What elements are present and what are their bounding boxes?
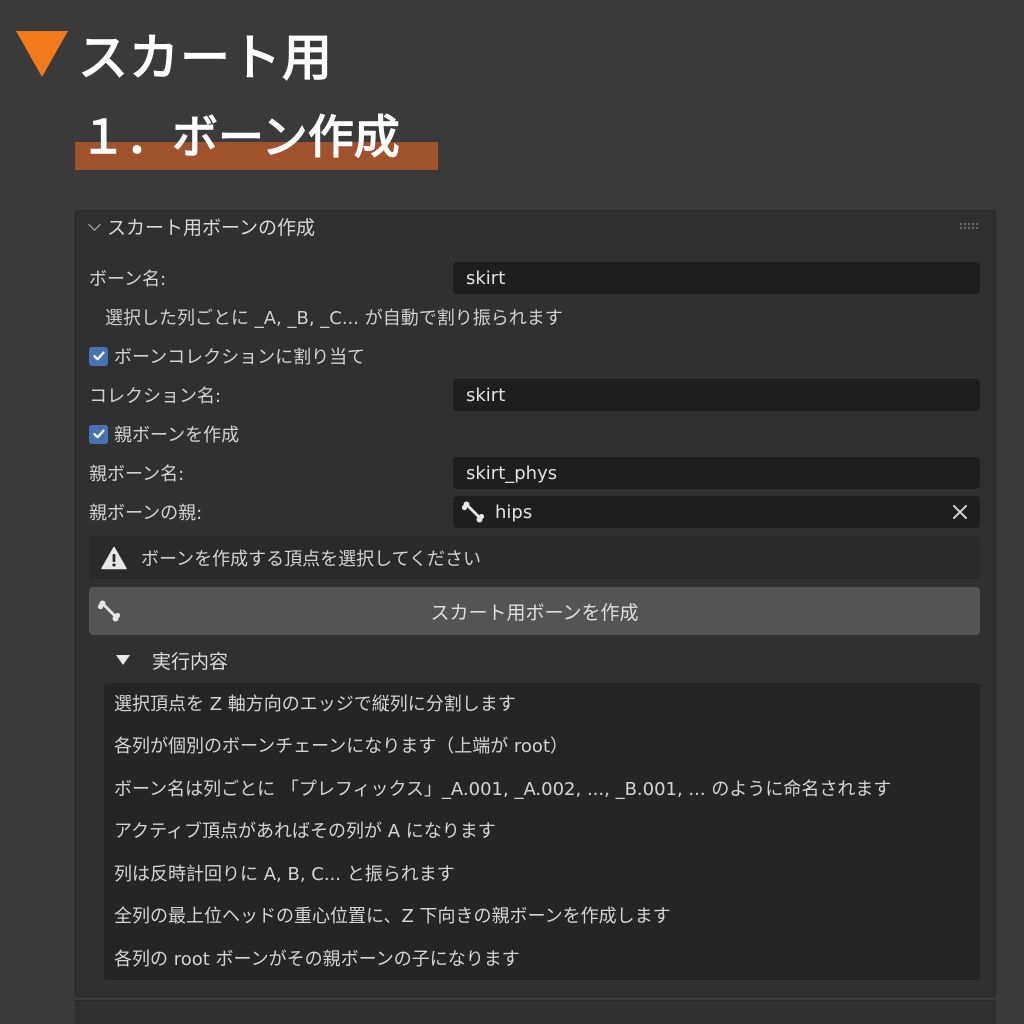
- drag-handle-icon[interactable]: [959, 222, 979, 230]
- parent-of-parent-row: 親ボーンの親:: [89, 496, 202, 528]
- create-skirt-bones-label: スカート用ボーンを作成: [430, 601, 639, 624]
- bone-icon: [461, 500, 485, 524]
- bone-name-row: ボーン名:: [89, 262, 166, 294]
- bone-name-field[interactable]: skirt: [453, 262, 980, 294]
- parent-of-parent-field[interactable]: hips: [453, 496, 980, 528]
- bone-name-label: ボーン名:: [89, 269, 167, 290]
- page: スカート用 １．ボーン作成 スカート用ボーンの作成 ボーン名: skirt 選択…: [0, 0, 1024, 1024]
- assign-collection-checkbox[interactable]: [89, 346, 108, 366]
- parent-bone-name-field[interactable]: skirt_phys: [453, 457, 980, 489]
- parent-of-parent-value: hips: [495, 501, 533, 523]
- details-line: 列は反時計回りに A, B, C... と振られます: [114, 864, 455, 885]
- create-parent-label[interactable]: 親ボーンを作成: [114, 421, 239, 447]
- details-line: アクティブ頂点があればその列が A になります: [114, 821, 496, 842]
- collection-name-row: コレクション名:: [89, 379, 221, 411]
- bone-icon: [97, 599, 121, 623]
- subtitle: １．ボーン作成: [80, 110, 400, 164]
- main-title-text: スカート用: [78, 29, 333, 87]
- parent-of-parent-label: 親ボーンの親:: [89, 503, 203, 524]
- next-panel-edge: [75, 1000, 996, 1024]
- details-subpanel-header[interactable]: 実行内容: [116, 645, 228, 675]
- checkmark-icon: [92, 429, 105, 439]
- details-line: 各列が個別のボーンチェーンになります（上端が root）: [114, 736, 569, 757]
- parent-bone-name-label: 親ボーン名:: [89, 464, 185, 485]
- details-line: ボーン名は列ごとに 「プレフィックス」_A.001, _A.002, ..., …: [114, 779, 892, 800]
- panel-header[interactable]: スカート用ボーンの作成: [76, 211, 995, 241]
- warning-message: ボーンを作成する頂点を選択してください: [89, 536, 980, 579]
- warning-icon: [101, 546, 127, 569]
- triangle-down-icon[interactable]: [116, 655, 130, 665]
- checkmark-icon: [92, 351, 105, 361]
- chevron-down-icon[interactable]: [88, 217, 101, 231]
- warning-text: ボーンを作成する頂点を選択してください: [141, 548, 482, 570]
- details-line: 全列の最上位ヘッドの重心位置に、Z 下向きの親ボーンを作成します: [114, 906, 671, 927]
- panel-title: スカート用ボーンの作成: [107, 216, 316, 239]
- bone-name-note-row: 選択した列ごとに _A, _B, _C... が自動で割り振られます: [105, 301, 563, 333]
- triangle-down-icon: [16, 31, 68, 77]
- create-parent-checkbox[interactable]: [89, 424, 108, 444]
- collection-name-label: コレクション名:: [89, 386, 222, 407]
- details-line: 選択頂点を Z 軸方向のエッジで縦列に分割します: [114, 694, 516, 715]
- main-title: スカート用: [16, 22, 333, 87]
- create-skirt-bones-button[interactable]: スカート用ボーンを作成: [89, 587, 980, 635]
- assign-collection-checkbox-row[interactable]: ボーンコレクションに割り当て: [89, 340, 365, 372]
- parent-bone-name-row: 親ボーン名:: [89, 457, 184, 489]
- bone-name-note: 選択した列ごとに _A, _B, _C... が自動で割り振られます: [105, 308, 563, 329]
- details-box: 選択頂点を Z 軸方向のエッジで縦列に分割します 各列が個別のボーンチェーンにな…: [104, 683, 980, 980]
- details-line: 各列の root ボーンがその親ボーンの子になります: [114, 949, 520, 970]
- create-parent-checkbox-row[interactable]: 親ボーンを作成: [89, 418, 239, 450]
- details-title: 実行内容: [152, 650, 229, 673]
- collection-name-field[interactable]: skirt: [453, 379, 980, 411]
- assign-collection-label[interactable]: ボーンコレクションに割り当て: [114, 343, 365, 369]
- close-icon[interactable]: [950, 502, 970, 522]
